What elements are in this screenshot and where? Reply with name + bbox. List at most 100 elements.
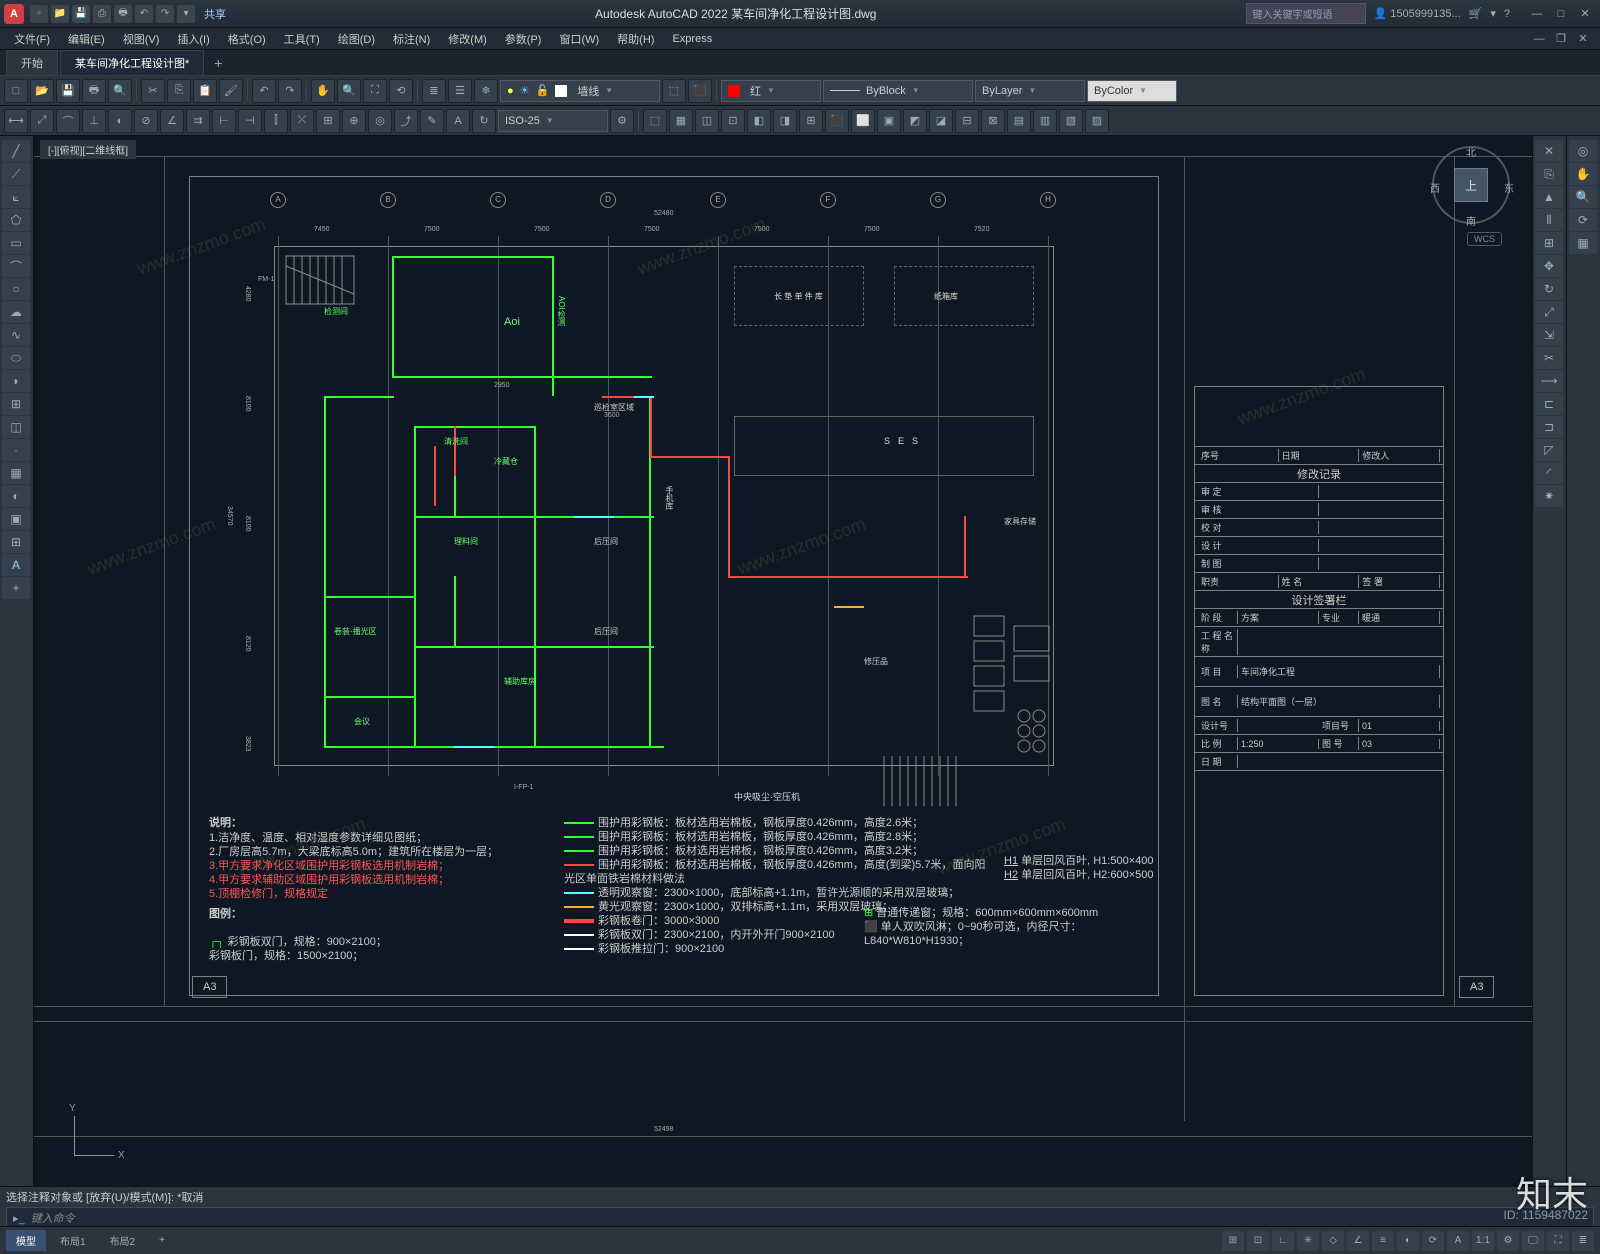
layer-state-icon[interactable]: ☰ — [448, 79, 472, 103]
app-menu-icon[interactable]: ▾ — [1490, 7, 1496, 20]
array-icon[interactable]: ⊞ — [1535, 232, 1563, 254]
qat-new-icon[interactable]: ▫ — [30, 5, 48, 23]
sb-custom-icon[interactable]: ≣ — [1572, 1231, 1594, 1251]
sb-cycle-icon[interactable]: ⟳ — [1422, 1231, 1444, 1251]
app-logo[interactable]: A — [4, 4, 24, 24]
tb4-icon[interactable]: ⊡ — [721, 109, 745, 133]
polyline-icon[interactable]: ⟀ — [2, 186, 30, 208]
layout2-tab[interactable]: 布局2 — [100, 1230, 146, 1251]
tb9-icon[interactable]: ⬜ — [851, 109, 875, 133]
table-icon[interactable]: ⊞ — [2, 531, 30, 553]
doc-close-icon[interactable]: ✕ — [1572, 30, 1594, 48]
drawing-canvas[interactable]: [-][俯视][二维线框] 上 北 南 东 西 WCS A3 A3 — [34, 136, 1532, 1186]
save-icon[interactable]: 💾 — [56, 79, 80, 103]
dim-break-icon[interactable]: ⤫ — [290, 109, 314, 133]
circle-icon[interactable]: ○ — [2, 278, 30, 300]
explode-icon[interactable]: ✷ — [1535, 485, 1563, 507]
center-mark-icon[interactable]: ⊕ — [342, 109, 366, 133]
dim-ordinate-icon[interactable]: ⊥ — [82, 109, 106, 133]
tab-start[interactable]: 开始 — [6, 50, 58, 75]
nav-zoom-icon[interactable]: 🔍 — [1569, 186, 1597, 208]
tb1-icon[interactable]: ⬚ — [643, 109, 667, 133]
maximize-button[interactable]: □ — [1550, 5, 1572, 23]
nav-wheel-icon[interactable]: ◎ — [1569, 140, 1597, 162]
dim-tedit-icon[interactable]: A — [446, 109, 470, 133]
layer-combo[interactable]: ●☀🔓 墙线▼ — [500, 80, 660, 102]
qat-save-icon[interactable]: 💾 — [72, 5, 90, 23]
plotstyle-combo[interactable]: ByColor▼ — [1087, 80, 1177, 102]
tab-active-drawing[interactable]: 某车间净化工程设计图* — [60, 50, 204, 75]
scale-icon[interactable]: ⤢ — [1535, 301, 1563, 323]
viewcube-west[interactable]: 西 — [1430, 180, 1440, 195]
move-icon[interactable]: ✥ — [1535, 255, 1563, 277]
nav-orbit-icon[interactable]: ⟳ — [1569, 209, 1597, 231]
zoom-icon[interactable]: 🔍 — [337, 79, 361, 103]
share-button[interactable]: 共享 — [204, 6, 226, 22]
xline-icon[interactable]: ⟋ — [2, 163, 30, 185]
revcloud-icon[interactable]: ☁ — [2, 301, 30, 323]
zoom-prev-icon[interactable]: ⟲ — [389, 79, 413, 103]
rectangle-icon[interactable]: ▭ — [2, 232, 30, 254]
menu-format[interactable]: 格式(O) — [220, 29, 274, 49]
pan-icon[interactable]: ✋ — [311, 79, 335, 103]
tb2-icon[interactable]: ▦ — [669, 109, 693, 133]
menu-file[interactable]: 文件(F) — [6, 29, 58, 49]
menu-dimension[interactable]: 标注(N) — [385, 29, 438, 49]
doc-minimize-icon[interactable]: — — [1528, 30, 1550, 48]
inspect-icon[interactable]: ◎ — [368, 109, 392, 133]
new-icon[interactable]: □ — [4, 79, 28, 103]
tb10-icon[interactable]: ▣ — [877, 109, 901, 133]
dim-arc-icon[interactable]: ⌒ — [56, 109, 80, 133]
viewport-controls[interactable]: [-][俯视][二维线框] — [40, 140, 136, 159]
qat-plot-icon[interactable]: 🖶 — [114, 5, 132, 23]
polygon-icon[interactable]: ⬠ — [2, 209, 30, 231]
tolerance-icon[interactable]: ⊞ — [316, 109, 340, 133]
extend-icon[interactable]: ⟶ — [1535, 370, 1563, 392]
qat-saveas-icon[interactable]: ⎙ — [93, 5, 111, 23]
join-icon[interactable]: ⊐ — [1535, 416, 1563, 438]
menu-modify[interactable]: 修改(M) — [440, 29, 495, 49]
cart-icon[interactable]: 🛒 — [1469, 7, 1483, 20]
tb17-icon[interactable]: ▧ — [1059, 109, 1083, 133]
dim-edit-icon[interactable]: ✎ — [420, 109, 444, 133]
menu-view[interactable]: 视图(V) — [115, 29, 168, 49]
copy-icon[interactable]: ⎘ — [167, 79, 191, 103]
dim-update-icon[interactable]: ↻ — [472, 109, 496, 133]
preview-icon[interactable]: 🔍 — [108, 79, 132, 103]
sb-anno-icon[interactable]: A — [1447, 1231, 1469, 1251]
match-icon[interactable]: 🖌 — [219, 79, 243, 103]
tb15-icon[interactable]: ▤ — [1007, 109, 1031, 133]
menu-insert[interactable]: 插入(I) — [169, 29, 217, 49]
help-search-input[interactable]: 键入关键字或短语 — [1246, 3, 1366, 24]
ellipse-icon[interactable]: ⬭ — [2, 347, 30, 369]
sb-clean-icon[interactable]: ⛶ — [1547, 1231, 1569, 1251]
tb18-icon[interactable]: ▨ — [1085, 109, 1109, 133]
offset-icon[interactable]: ⫴ — [1535, 209, 1563, 231]
menu-window[interactable]: 窗口(W) — [551, 29, 607, 49]
trim-icon[interactable]: ✂ — [1535, 347, 1563, 369]
tb13-icon[interactable]: ⊟ — [955, 109, 979, 133]
fillet-icon[interactable]: ◜ — [1535, 462, 1563, 484]
dim-aligned-icon[interactable]: ⤢ — [30, 109, 54, 133]
redo2-icon[interactable]: ↷ — [278, 79, 302, 103]
dim-space-icon[interactable]: ⫿ — [264, 109, 288, 133]
line-icon[interactable]: ╱ — [2, 140, 30, 162]
jog-icon[interactable]: ⤴ — [394, 109, 418, 133]
dim-diameter-icon[interactable]: ⊘ — [134, 109, 158, 133]
sb-monitor-icon[interactable]: 🖵 — [1522, 1231, 1544, 1251]
tb5-icon[interactable]: ◧ — [747, 109, 771, 133]
tb3-icon[interactable]: ◫ — [695, 109, 719, 133]
qat-dd-icon[interactable]: ▾ — [177, 5, 195, 23]
tb14-icon[interactable]: ⊠ — [981, 109, 1005, 133]
break-icon[interactable]: ⊏ — [1535, 393, 1563, 415]
cut-icon[interactable]: ✂ — [141, 79, 165, 103]
lineweight-combo[interactable]: ByBlock▼ — [823, 80, 973, 102]
ellipse-arc-icon[interactable]: ◗ — [2, 370, 30, 392]
dimstyle-mgr-icon[interactable]: ⚙ — [610, 109, 634, 133]
sb-osnap-icon[interactable]: ◇ — [1322, 1231, 1344, 1251]
layer-off-icon[interactable]: ⬛ — [688, 79, 712, 103]
tb6-icon[interactable]: ◨ — [773, 109, 797, 133]
qat-undo-icon[interactable]: ↶ — [135, 5, 153, 23]
sb-otrack-icon[interactable]: ∠ — [1347, 1231, 1369, 1251]
minimize-button[interactable]: — — [1526, 5, 1548, 23]
